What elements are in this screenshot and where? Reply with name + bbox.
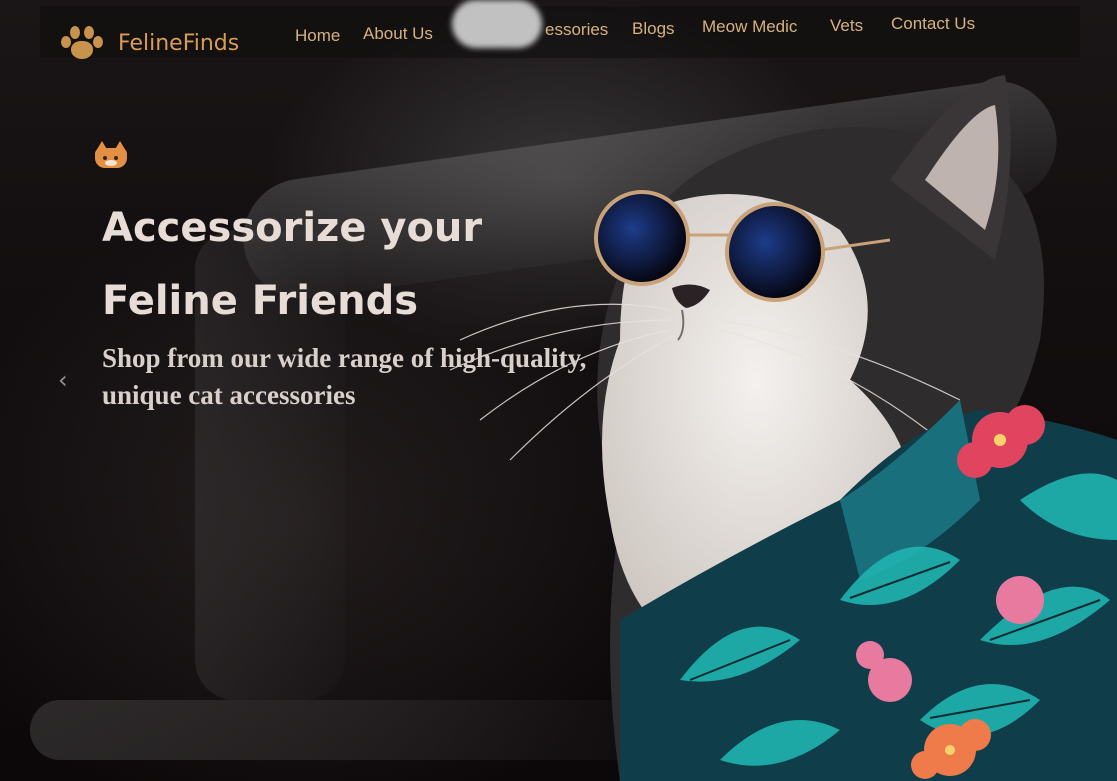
nav-vets[interactable]: Vets [830, 16, 863, 36]
hero-title-line-1: Accessorize your [102, 205, 483, 251]
nav-meow-medic[interactable]: Meow Medic [702, 17, 797, 37]
paw-icon [58, 24, 106, 62]
nav-blogs[interactable]: Blogs [632, 19, 675, 39]
cat-face-icon [93, 140, 129, 170]
hero-subtitle: Shop from our wide range of high-quality… [102, 343, 587, 410]
screen-glare-highlight [452, 0, 542, 48]
carousel-prev-arrow-icon[interactable]: ‹ [58, 366, 68, 394]
nav-contact-us[interactable]: Contact Us [891, 14, 975, 34]
brand-logo[interactable]: FelineFinds [58, 24, 239, 62]
brand-name: FelineFinds [118, 30, 240, 56]
nav-home[interactable]: Home [295, 26, 340, 46]
hero-title: Accessorize your Feline Friends [102, 192, 572, 338]
nav-about-us[interactable]: About Us [363, 24, 433, 44]
hero-title-line-2: Feline Friends [102, 278, 419, 324]
nav-accessories[interactable]: essories [545, 20, 608, 40]
hero-page: FelineFinds Home About Us essories Blogs… [0, 0, 1117, 781]
